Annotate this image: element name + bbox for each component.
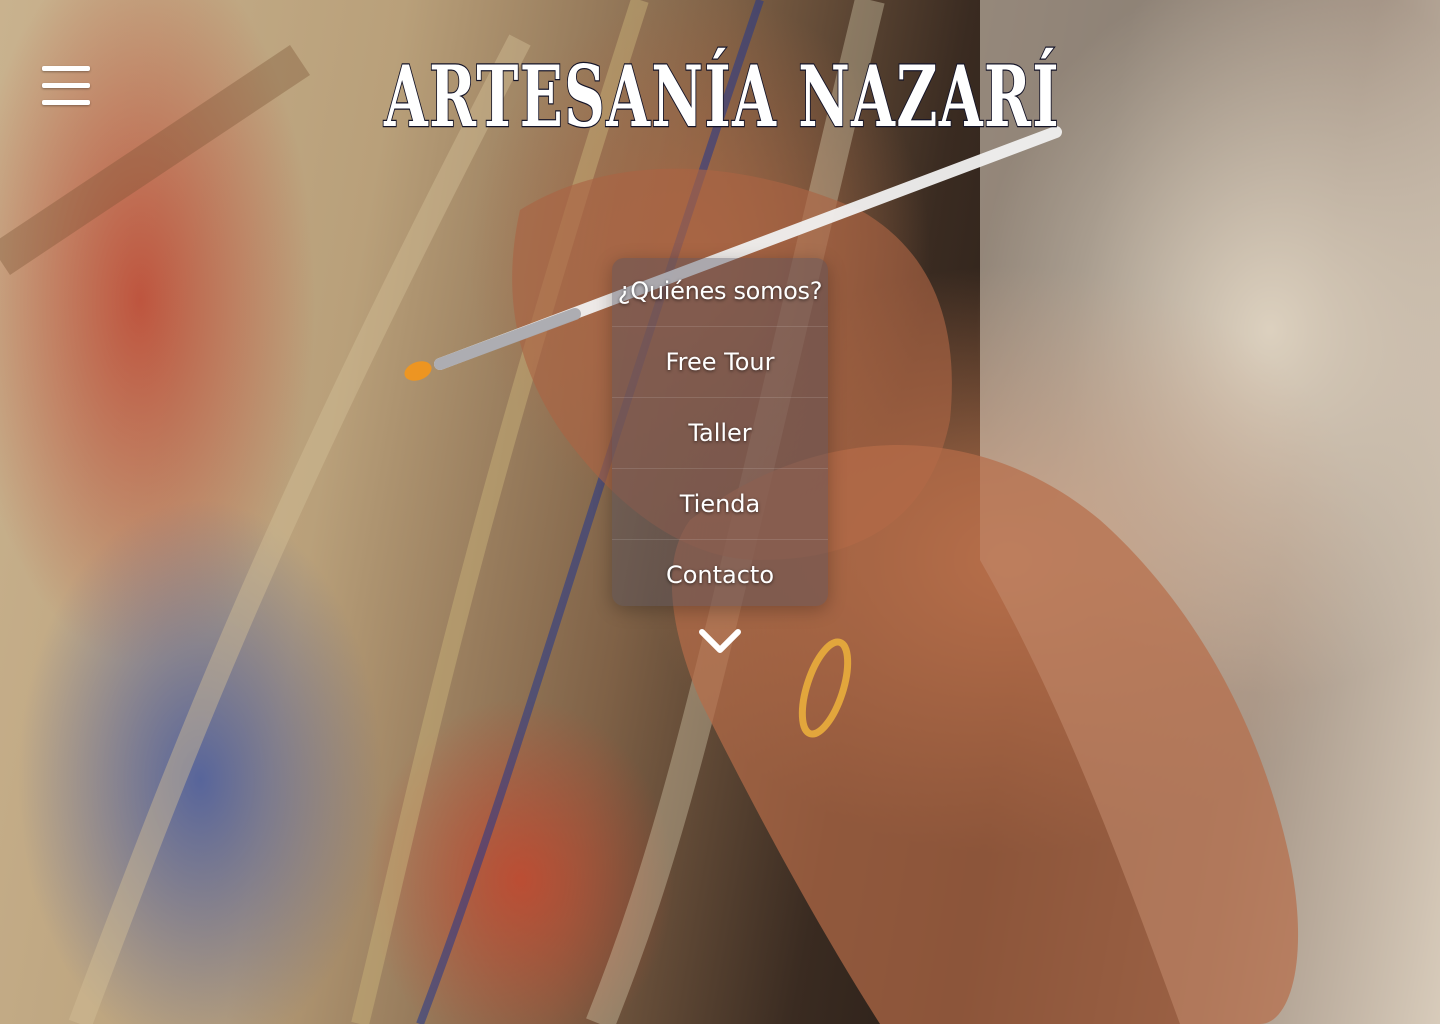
hamburger-bar (42, 66, 90, 71)
hamburger-bar (42, 83, 90, 88)
hamburger-icon[interactable] (42, 64, 92, 110)
nav-item-contacto[interactable]: Contacto (612, 540, 828, 606)
site-header: ARTESANÍA NAZARÍ (0, 0, 1440, 150)
brand-logo[interactable]: ARTESANÍA NAZARÍ (378, 46, 1068, 138)
brand-title: ARTESANÍA NAZARÍ (383, 47, 1060, 138)
nav-item-taller[interactable]: Taller (612, 398, 828, 469)
chevron-down-icon[interactable] (696, 622, 744, 662)
hamburger-bar (42, 100, 90, 105)
nav-item-free-tour[interactable]: Free Tour (612, 327, 828, 398)
main-nav-menu: ¿Quiénes somos? Free Tour Taller Tienda … (612, 258, 828, 606)
hero-section: ARTESANÍA NAZARÍ ¿Quiénes somos? Free To… (0, 0, 1440, 1024)
nav-item-tienda[interactable]: Tienda (612, 469, 828, 540)
nav-item-quienes-somos[interactable]: ¿Quiénes somos? (612, 258, 828, 327)
